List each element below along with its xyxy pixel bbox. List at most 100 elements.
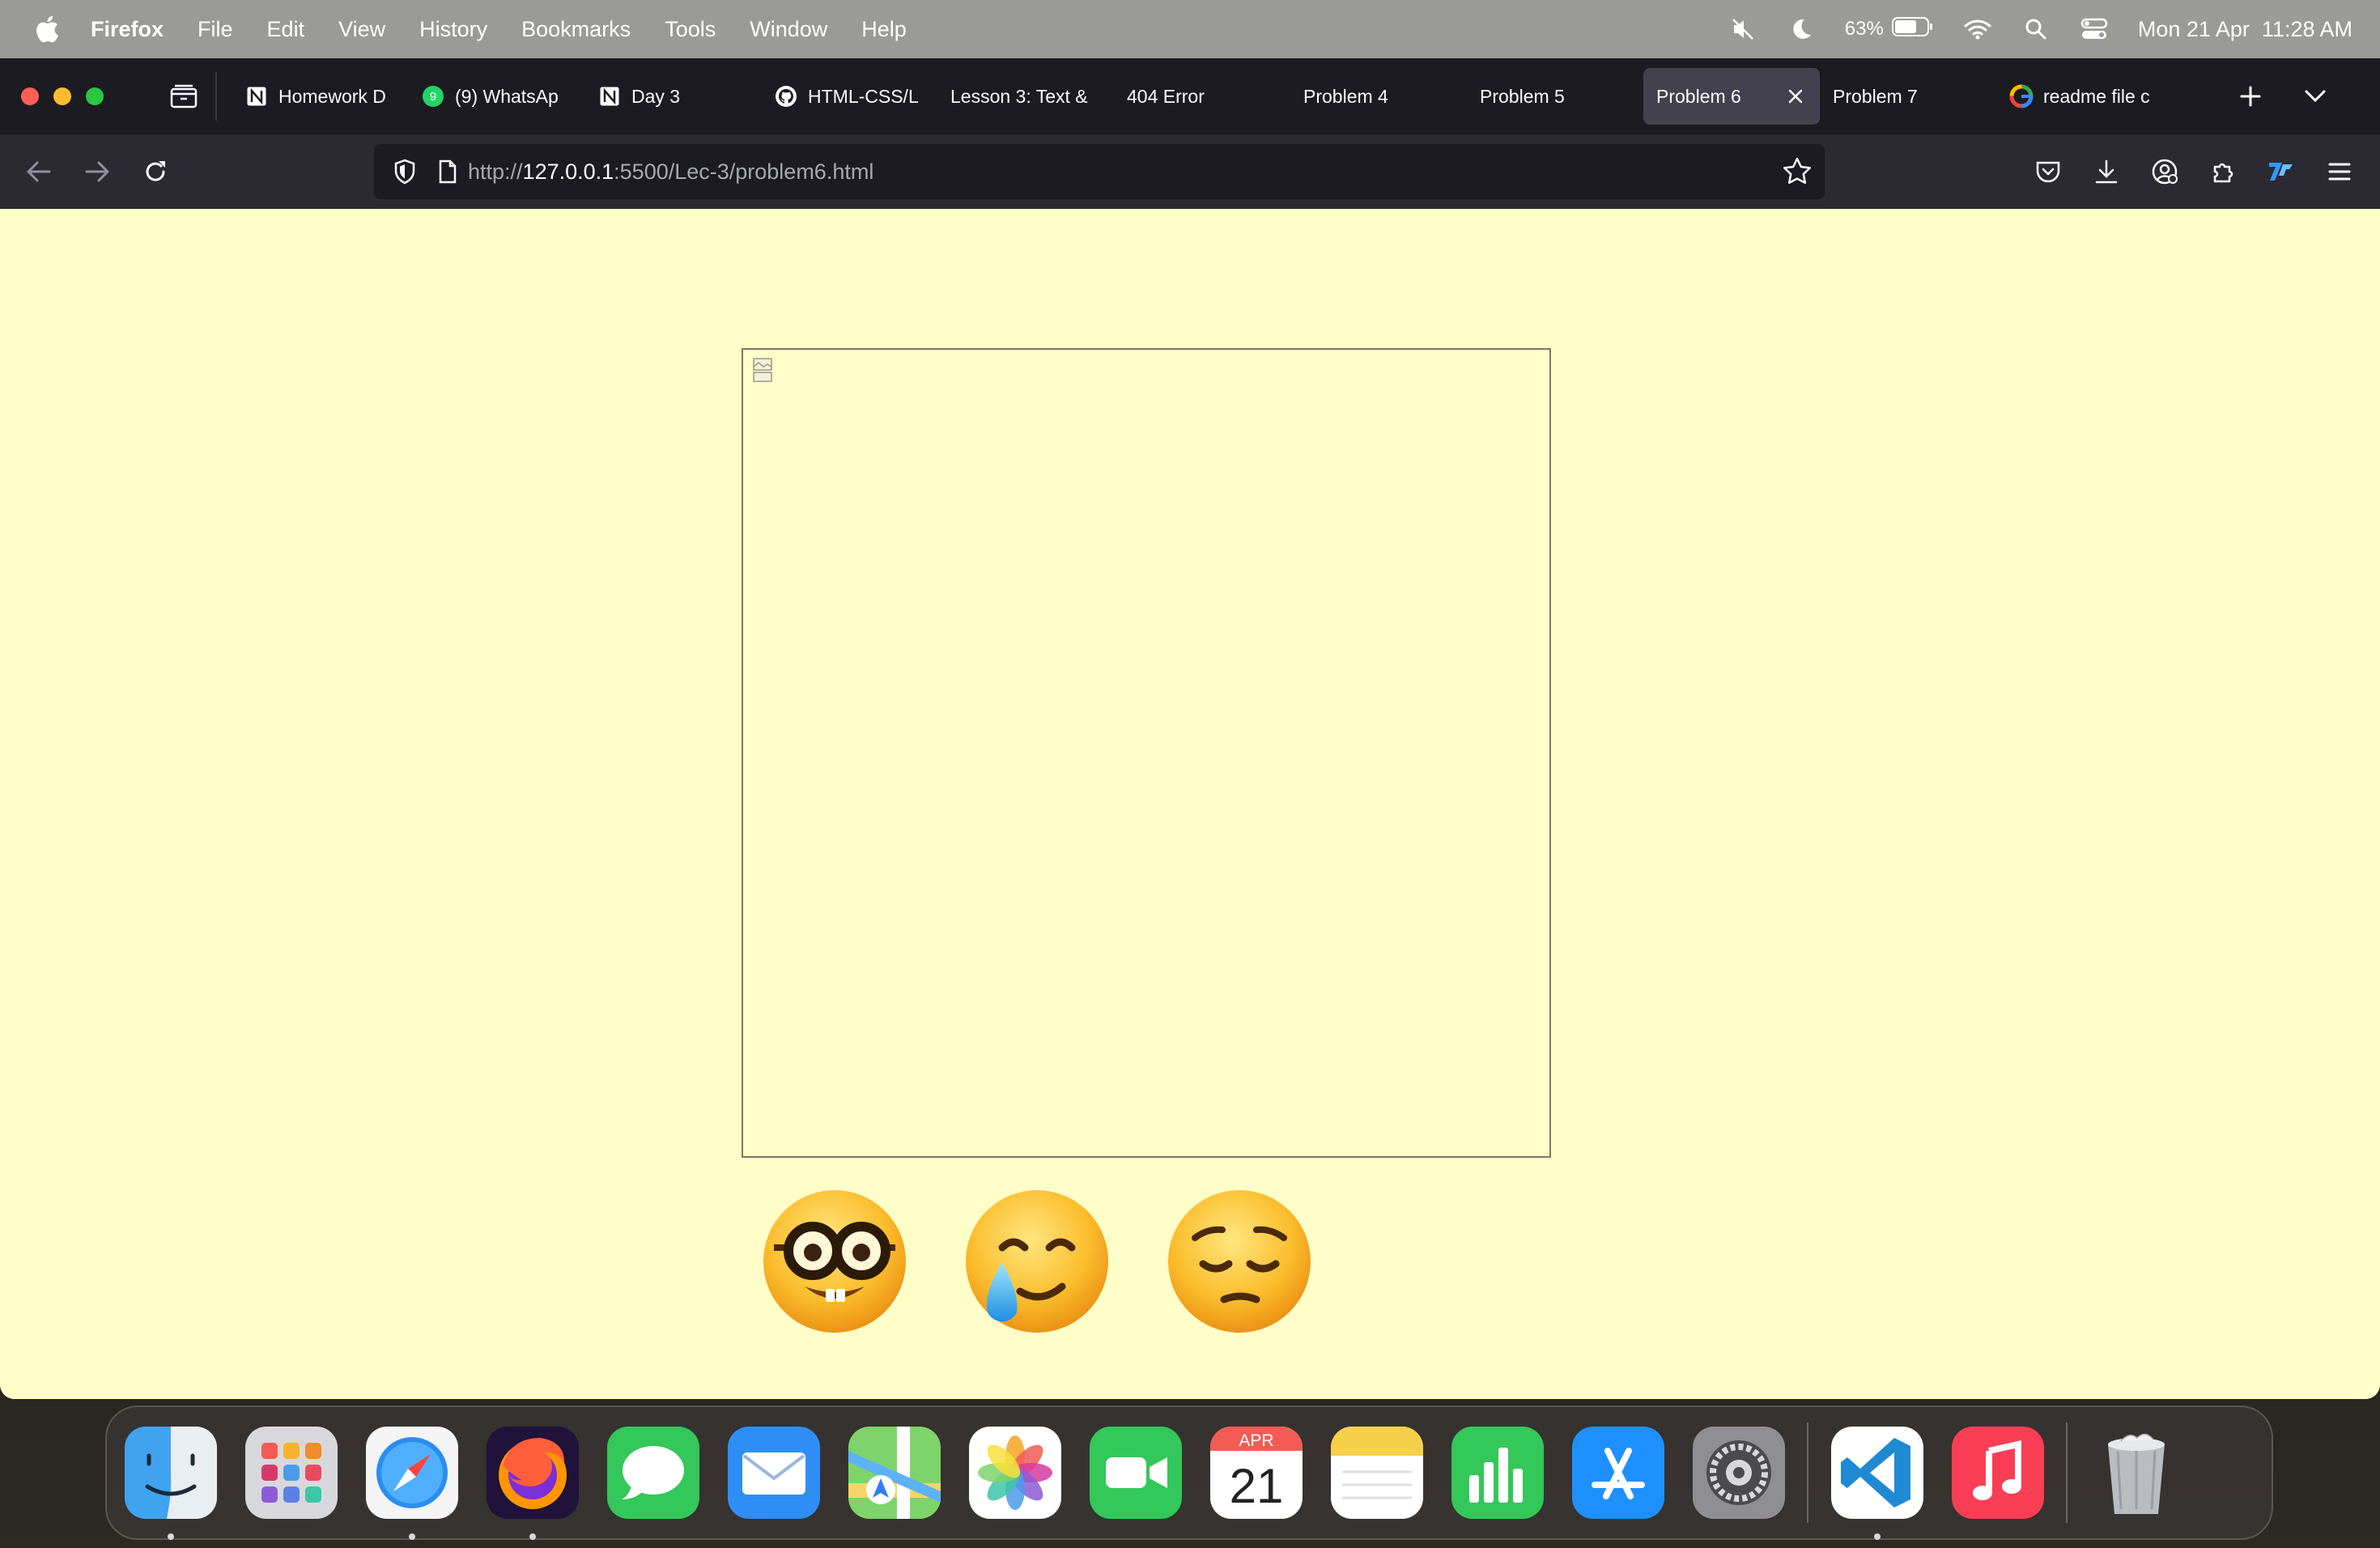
tab-problem-5[interactable]: Problem 5: [1467, 68, 1643, 125]
tab-404-error[interactable]: 404 Error: [1114, 68, 1290, 125]
tab-label: 404 Error: [1127, 85, 1205, 107]
dock-music-icon[interactable]: [1952, 1427, 2044, 1519]
dock-finder-icon[interactable]: [125, 1427, 217, 1540]
puzzle-icon: [2213, 163, 2233, 183]
plus-icon: [2240, 86, 2261, 107]
dock-messages-icon[interactable]: [607, 1427, 699, 1519]
minimize-window-button[interactable]: [53, 87, 71, 105]
downloads-button[interactable]: [2077, 142, 2136, 201]
list-all-tabs-button[interactable]: [2283, 68, 2348, 125]
tab-problem-4[interactable]: Problem 4: [1290, 68, 1467, 125]
close-tab-icon[interactable]: [1784, 85, 1807, 108]
dock-safari-icon[interactable]: [366, 1427, 458, 1540]
dock-launchpad-icon[interactable]: [245, 1427, 338, 1519]
zoom-window-button[interactable]: [86, 87, 104, 105]
battery-icon: [1891, 16, 1934, 43]
tab-problem-6[interactable]: Problem 6: [1643, 68, 1820, 125]
menu-bar-clock[interactable]: Mon 21 Apr 11:28 AM: [2138, 17, 2352, 42]
browser-window: Homework D 9 (9) WhatsAp Day 3 HTML-CSS/…: [0, 58, 2380, 1399]
menu-tools[interactable]: Tools: [665, 17, 716, 42]
running-indicator: [1874, 1533, 1881, 1540]
firefox-view-button[interactable]: [152, 72, 217, 121]
tab-homework[interactable]: Homework D: [232, 68, 408, 125]
apple-icon[interactable]: [31, 13, 63, 45]
dock: APR 21: [105, 1406, 2273, 1540]
tab-label: HTML-CSS/L: [808, 85, 919, 107]
url-bar[interactable]: http://127.0.0.1:5500/Lec-3/problem6.htm…: [374, 144, 1825, 199]
translate-extension-button[interactable]: [2252, 142, 2310, 201]
dock-mail-icon[interactable]: [728, 1427, 820, 1519]
dock-firefox-icon[interactable]: [487, 1427, 579, 1540]
menu-edit[interactable]: Edit: [267, 17, 305, 42]
menu-bookmarks[interactable]: Bookmarks: [521, 17, 631, 42]
url-scheme: http://: [468, 159, 523, 184]
tab-day-3[interactable]: Day 3: [584, 68, 761, 125]
emoji-row: [758, 1180, 1316, 1342]
running-indicator: [409, 1533, 415, 1540]
bookmark-star-icon[interactable]: [1783, 157, 1812, 190]
close-window-button[interactable]: [21, 87, 39, 105]
dock-photos-icon[interactable]: [969, 1427, 1061, 1519]
control-center-icon[interactable]: [2080, 15, 2109, 44]
url-path: :5500/Lec-3/problem6.html: [614, 159, 874, 184]
battery-percent: 63%: [1844, 18, 1884, 40]
menu-view[interactable]: View: [338, 17, 385, 42]
dock-calendar-icon[interactable]: APR 21: [1210, 1427, 1303, 1519]
download-icon: [2095, 159, 2118, 184]
account-button[interactable]: [2136, 142, 2194, 201]
dock-system-settings-icon[interactable]: [1693, 1427, 1785, 1519]
new-tab-button[interactable]: [2218, 68, 2283, 125]
hamburger-menu-icon: [2328, 163, 2351, 181]
dock-vscode-icon[interactable]: [1831, 1427, 1923, 1540]
wifi-icon[interactable]: [1963, 15, 1992, 44]
nerd-face-emoji: [763, 1190, 906, 1333]
pensive-face-emoji: [1168, 1190, 1311, 1333]
menu-help[interactable]: Help: [861, 17, 907, 42]
calendar-day: 21: [1230, 1459, 1284, 1513]
tab-readme-file[interactable]: readme file c: [1996, 68, 2173, 125]
notion-icon: [244, 84, 269, 108]
tab-lesson-3[interactable]: Lesson 3: Text &: [937, 68, 1114, 125]
menu-history[interactable]: History: [419, 17, 487, 42]
tab-problem-7[interactable]: Problem 7: [1820, 68, 1996, 125]
running-indicator: [168, 1533, 174, 1540]
spotlight-search-icon[interactable]: [2021, 15, 2051, 44]
menu-bar: Firefox File Edit View History Bookmarks…: [0, 0, 2380, 58]
battery-status[interactable]: 63%: [1845, 16, 1934, 43]
pocket-button[interactable]: [2019, 142, 2077, 201]
google-icon: [2009, 84, 2034, 108]
reload-button[interactable]: [126, 142, 185, 201]
muted-speaker-icon[interactable]: [1728, 15, 1757, 44]
page-info-icon[interactable]: [436, 159, 460, 184]
dock-numbers-icon[interactable]: [1451, 1427, 1544, 1519]
calendar-month: APR: [1239, 1431, 1273, 1450]
menu-app-name[interactable]: Firefox: [91, 17, 164, 42]
moon-icon[interactable]: [1787, 15, 1816, 44]
firefox-view-icon: [170, 84, 198, 108]
url-text[interactable]: http://127.0.0.1:5500/Lec-3/problem6.htm…: [468, 159, 873, 185]
dock-maps-icon[interactable]: [848, 1427, 941, 1519]
tab-whatsapp[interactable]: 9 (9) WhatsAp: [408, 68, 584, 125]
window-controls: [21, 87, 104, 105]
forward-button[interactable]: [68, 142, 126, 201]
dock-app-store-icon[interactable]: [1572, 1427, 1664, 1519]
tracking-protection-icon[interactable]: [389, 159, 421, 185]
back-button[interactable]: [10, 142, 68, 201]
extensions-button[interactable]: [2194, 142, 2252, 201]
app-menu-button[interactable]: [2310, 142, 2369, 201]
chevron-down-icon: [2305, 90, 2326, 103]
pocket-icon: [2036, 161, 2060, 183]
menu-window[interactable]: Window: [750, 17, 827, 42]
translate-extension-icon: [2269, 163, 2293, 181]
menu-bar-status: 63% Mon 21 Apr 11:28 AM: [1728, 0, 2352, 58]
tab-label: (9) WhatsAp: [455, 85, 559, 107]
arrow-left-icon: [27, 161, 51, 182]
menu-file[interactable]: File: [198, 17, 233, 42]
dock-facetime-icon[interactable]: [1090, 1427, 1182, 1519]
dock-notes-icon[interactable]: [1331, 1427, 1423, 1519]
tab-github-html-css[interactable]: HTML-CSS/L: [761, 68, 937, 125]
embedded-frame[interactable]: [742, 348, 1551, 1158]
dock-separator: [1807, 1423, 1808, 1523]
dock-trash-icon[interactable]: [2090, 1427, 2182, 1519]
tab-label: readme file c: [2043, 85, 2150, 107]
